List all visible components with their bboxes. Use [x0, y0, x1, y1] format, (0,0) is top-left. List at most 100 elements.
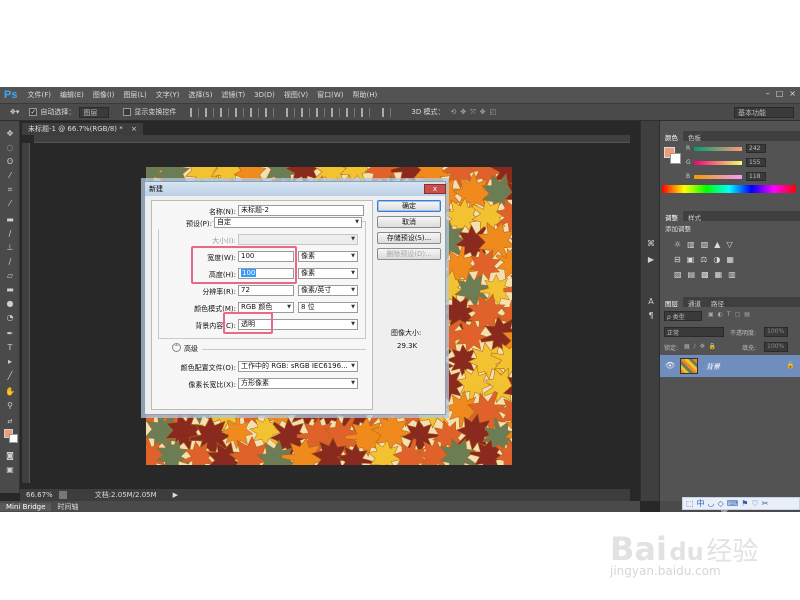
tab-channels[interactable]: 通道 — [683, 297, 706, 308]
tab-color[interactable]: 颜色 — [660, 131, 683, 142]
adjustment-icons[interactable]: ☼▥▨▲▽ ⊟▣⚖◑▦ ▧▤▩▦▥ — [674, 237, 758, 282]
workspace-dropdown[interactable]: 基本功能 — [734, 106, 794, 118]
opacity-input[interactable]: 100% — [764, 327, 788, 337]
tab-layers[interactable]: 图层 — [660, 297, 683, 308]
menu-layer[interactable]: 图层(L) — [123, 90, 146, 100]
tab-swatches[interactable]: 色板 — [683, 131, 706, 142]
path-select-tool-icon[interactable]: ▸ — [5, 357, 15, 366]
distribute-bottom-icon[interactable] — [316, 107, 326, 117]
menu-window[interactable]: 窗口(W) — [317, 90, 343, 100]
menu-view[interactable]: 视图(V) — [284, 90, 308, 100]
fill-input[interactable]: 100% — [764, 342, 788, 352]
size-dropdown[interactable] — [238, 234, 358, 245]
visibility-eye-icon[interactable]: 👁 — [665, 361, 675, 370]
distribute-left-icon[interactable] — [331, 107, 341, 117]
tab-styles[interactable]: 样式 — [683, 211, 706, 222]
tab-paths[interactable]: 路径 — [706, 297, 729, 308]
ok-button[interactable]: 确定 — [377, 200, 441, 212]
align-top-icon[interactable] — [190, 107, 200, 117]
character-panel-icon[interactable]: A — [646, 297, 656, 306]
menu-image[interactable]: 图像(I) — [93, 90, 115, 100]
layer-row-background[interactable]: 👁 背景 🔒 — [660, 355, 800, 377]
blue-value[interactable]: 118 — [746, 172, 766, 181]
menu-type[interactable]: 文字(Y) — [156, 90, 180, 100]
preset-dropdown[interactable]: 自定 — [214, 217, 362, 228]
show-transform-checkbox[interactable] — [123, 108, 132, 116]
menu-edit[interactable]: 编辑(E) — [60, 90, 84, 100]
color-profile-dropdown[interactable]: 工作中的 RGB: sRGB IEC6196... — [238, 361, 358, 372]
eyedropper-tool-icon[interactable]: ⁄ — [5, 199, 15, 208]
auto-align-icon[interactable] — [382, 107, 392, 117]
pen-tool-icon[interactable]: ✒ — [5, 329, 15, 338]
pixel-aspect-dropdown[interactable]: 方形像素 — [238, 378, 358, 389]
menu-help[interactable]: 帮助(H) — [353, 90, 378, 100]
zoom-level[interactable]: 66.67% — [26, 491, 53, 499]
marquee-tool-icon[interactable]: ◌ — [5, 143, 15, 152]
status-menu-arrow-icon[interactable]: ▶ — [173, 491, 178, 499]
type-tool-icon[interactable]: T — [5, 343, 15, 352]
menu-file[interactable]: 文件(F) — [27, 90, 51, 100]
clone-stamp-icon[interactable]: ⊥ — [5, 243, 15, 252]
save-preset-button[interactable]: 存储预设(S)... — [377, 232, 441, 244]
red-value[interactable]: 242 — [746, 144, 766, 153]
3d-mode-icons[interactable]: ⟲✥⤧✥◰ — [450, 108, 500, 117]
quick-mask-icon[interactable]: ◙ — [5, 451, 15, 460]
menu-select[interactable]: 选择(S) — [189, 90, 213, 100]
tab-timeline[interactable]: 时间轴 — [51, 502, 84, 512]
align-hcenter-icon[interactable] — [250, 107, 260, 117]
paragraph-panel-icon[interactable]: ¶ — [646, 311, 656, 320]
distribute-vcenter-icon[interactable] — [301, 107, 311, 117]
color-spectrum-bar[interactable] — [662, 185, 796, 193]
distribute-right-icon[interactable] — [361, 107, 371, 117]
green-slider[interactable] — [694, 161, 742, 165]
brush-tool-icon[interactable]: ∕ — [5, 229, 15, 238]
cancel-button[interactable]: 取消 — [377, 216, 441, 228]
screen-mode-icon[interactable]: ▣ — [5, 465, 15, 474]
shape-tool-icon[interactable]: ╱ — [5, 371, 15, 380]
dodge-tool-icon[interactable]: ◔ — [5, 313, 15, 322]
history-panel-icon[interactable]: ⌘ — [646, 239, 656, 248]
crop-tool-icon[interactable]: ⌗ — [5, 185, 15, 194]
align-left-icon[interactable] — [235, 107, 245, 117]
advanced-toggle-icon[interactable]: ⌃ — [172, 343, 181, 352]
document-tab-close-icon[interactable]: × — [131, 125, 137, 133]
delete-preset-button[interactable]: 删除预设(D)... — [377, 248, 441, 260]
eraser-tool-icon[interactable]: ▱ — [5, 271, 15, 280]
align-bottom-icon[interactable] — [220, 107, 230, 117]
width-unit-dropdown[interactable]: 像素 — [298, 251, 358, 262]
document-tab[interactable]: 未标题-1 @ 66.7%(RGB/8) * × — [22, 123, 143, 135]
align-right-icon[interactable] — [265, 107, 275, 117]
resolution-unit-dropdown[interactable]: 像素/英寸 — [298, 285, 358, 296]
swap-colors-icon[interactable]: ⇄ — [5, 417, 15, 426]
layer-filter-icons[interactable]: ▣◐T▢▤ — [708, 311, 754, 318]
auto-select-checkbox[interactable]: ✓ — [29, 108, 38, 116]
move-tool-icon[interactable]: ✥▾ — [10, 108, 19, 116]
auto-select-dropdown[interactable]: 图层 — [79, 106, 110, 118]
menu-filter[interactable]: 滤镜(T) — [221, 90, 245, 100]
background-color-swatch[interactable] — [9, 434, 18, 443]
gradient-tool-icon[interactable]: ▬ — [5, 285, 15, 294]
tab-mini-bridge[interactable]: Mini Bridge — [0, 502, 52, 511]
distribute-top-icon[interactable] — [286, 107, 296, 117]
actions-panel-icon[interactable]: ▶ — [646, 255, 656, 264]
blend-mode-dropdown[interactable]: 正常 — [664, 327, 724, 337]
history-brush-icon[interactable]: ∕ — [5, 257, 15, 266]
dialog-close-button[interactable]: x — [424, 184, 446, 194]
hand-tool-icon[interactable]: ✋ — [5, 387, 15, 396]
zoom-tool-icon[interactable]: ⚲ — [5, 401, 15, 410]
quick-select-tool-icon[interactable]: ⁄ — [5, 171, 15, 180]
blur-tool-icon[interactable]: ● — [5, 299, 15, 308]
green-value[interactable]: 155 — [746, 158, 766, 167]
minimize-button[interactable]: – — [766, 89, 770, 98]
tab-adjustments[interactable]: 调整 — [660, 211, 683, 222]
maximize-button[interactable]: □ — [776, 89, 784, 98]
align-vcenter-icon[interactable] — [205, 107, 215, 117]
red-slider[interactable] — [694, 147, 742, 151]
height-unit-dropdown[interactable]: 像素 — [298, 268, 358, 279]
bit-depth-dropdown[interactable]: 8 位 — [298, 302, 358, 313]
status-icon[interactable] — [58, 491, 67, 499]
distribute-hcenter-icon[interactable] — [346, 107, 356, 117]
name-input[interactable]: 未标题-2 — [238, 205, 364, 216]
resolution-input[interactable]: 72 — [238, 285, 294, 296]
menu-3d[interactable]: 3D(D) — [254, 91, 275, 99]
